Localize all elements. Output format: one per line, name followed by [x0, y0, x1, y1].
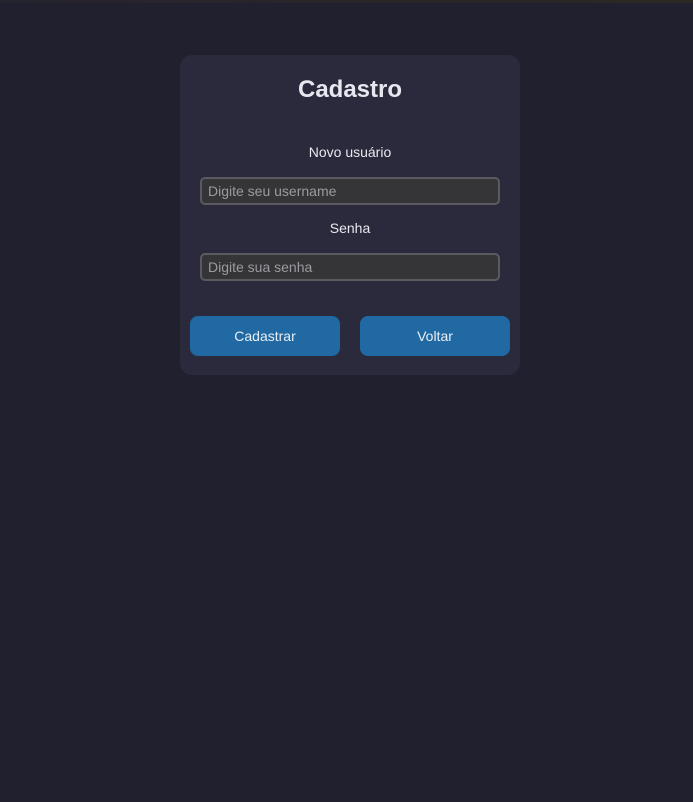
back-button[interactable]: Voltar: [360, 316, 510, 356]
page-title: Cadastro: [297, 76, 403, 103]
page: Cadastro Novo usuário Senha Cadastrar Vo…: [0, 0, 693, 802]
password-label: Senha: [329, 220, 371, 236]
top-strip: [0, 0, 693, 3]
username-input[interactable]: [200, 177, 500, 205]
username-label: Novo usuário: [308, 144, 392, 160]
register-card: Cadastro Novo usuário Senha Cadastrar Vo…: [180, 55, 520, 375]
register-button[interactable]: Cadastrar: [190, 316, 340, 356]
password-input[interactable]: [200, 253, 500, 281]
